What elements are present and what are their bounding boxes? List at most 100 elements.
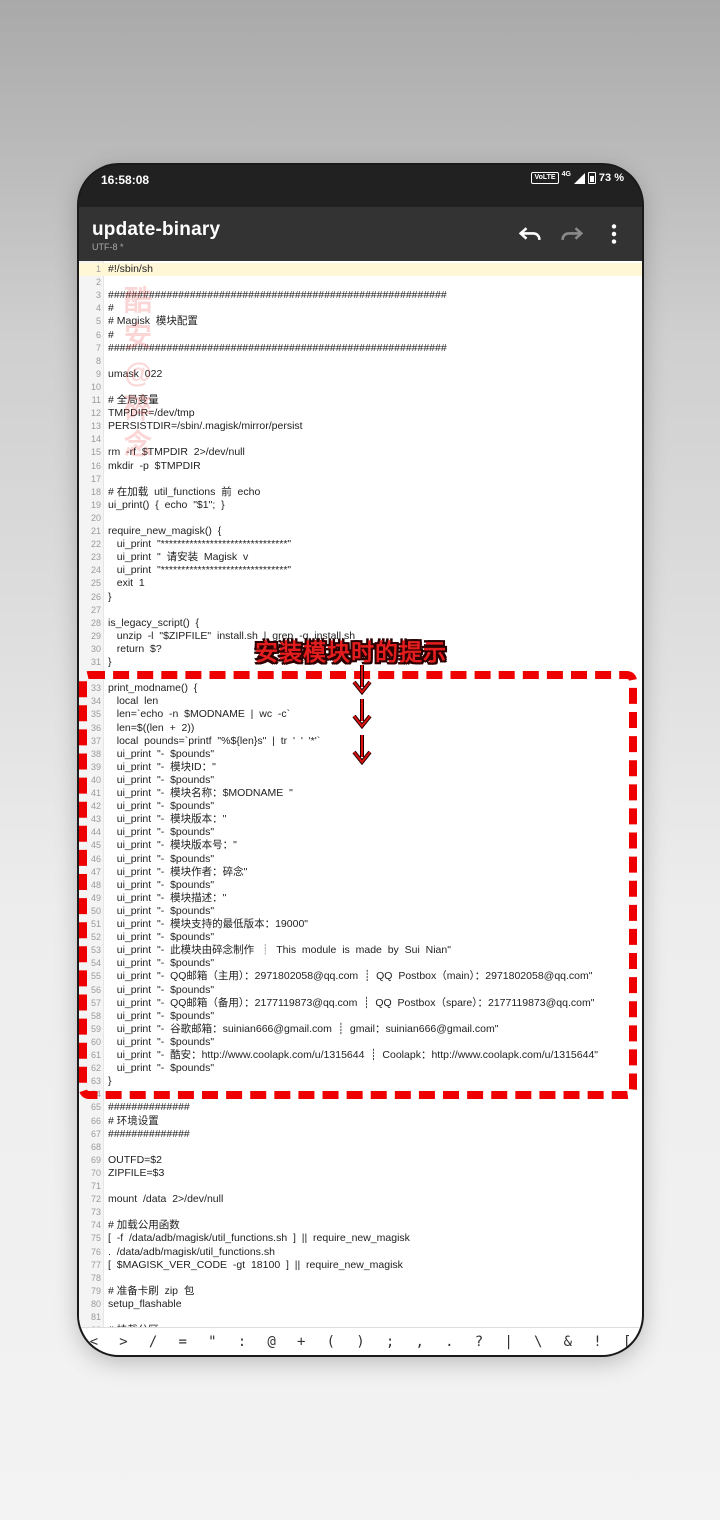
code-line[interactable]: 5 # Magisk 模块配置: [79, 315, 642, 328]
code-line[interactable]: 6 #: [79, 329, 642, 342]
code-line[interactable]: 19 ui_print() { echo "$1"; }: [79, 499, 642, 512]
code-line[interactable]: 3 #######################################…: [79, 289, 642, 302]
redo-icon[interactable]: [558, 220, 586, 248]
symbol-key[interactable]: |: [494, 1334, 524, 1350]
line-number: 4: [95, 303, 101, 314]
line-text: mount /data 2>/dev/null: [108, 1193, 224, 1206]
code-line[interactable]: 65 ##############: [79, 1101, 642, 1114]
code-line[interactable]: 75 [ -f /data/adb/magisk/util_functions.s…: [79, 1232, 642, 1245]
line-text: [ -f /data/adb/magisk/util_functions.sh …: [108, 1232, 410, 1245]
line-number: 28: [90, 617, 101, 628]
symbol-key[interactable]: <: [79, 1334, 109, 1350]
line-number: 15: [90, 447, 101, 458]
line-number: 24: [90, 565, 101, 576]
symbol-key[interactable]: !: [583, 1334, 613, 1350]
code-line[interactable]: 68: [79, 1141, 642, 1154]
symbol-key[interactable]: :: [227, 1334, 257, 1350]
code-line[interactable]: 72 mount /data 2>/dev/null: [79, 1193, 642, 1206]
battery-icon: [587, 172, 596, 184]
code-line[interactable]: 8: [79, 355, 642, 368]
code-line[interactable]: 79 # 准备卡刷 zip 包: [79, 1285, 642, 1298]
line-text: ui_print "******************************…: [108, 564, 292, 577]
code-line[interactable]: 67 ##############: [79, 1128, 642, 1141]
code-line[interactable]: 17: [79, 473, 642, 486]
symbol-key[interactable]: \: [523, 1334, 553, 1350]
code-line[interactable]: 21 require_new_magisk() {: [79, 525, 642, 538]
symbol-key[interactable]: &: [553, 1334, 583, 1350]
code-line[interactable]: 28 is_legacy_script() {: [79, 617, 642, 630]
code-line[interactable]: 76 . /data/adb/magisk/util_functions.sh: [79, 1246, 642, 1259]
code-line[interactable]: 77 [ $MAGISK_VER_CODE -gt 18100 ] || requ…: [79, 1259, 642, 1272]
line-text: # 环境设置: [108, 1114, 159, 1127]
symbol-key[interactable]: >: [109, 1334, 139, 1350]
symbol-key[interactable]: ,: [405, 1334, 435, 1350]
code-line[interactable]: 78: [79, 1272, 642, 1285]
line-number: 74: [90, 1220, 101, 1231]
symbol-key[interactable]: =: [168, 1334, 198, 1350]
arrow-down-icon: [352, 699, 372, 729]
line-number: 8: [95, 355, 101, 366]
line-number: 72: [90, 1194, 101, 1205]
code-line[interactable]: 73: [79, 1206, 642, 1219]
code-line[interactable]: 16 mkdir -p $TMPDIR: [79, 460, 642, 473]
symbol-key[interactable]: /: [138, 1334, 168, 1350]
line-number: 25: [90, 578, 101, 589]
code-line[interactable]: 14: [79, 433, 642, 446]
code-line[interactable]: 66 # 环境设置: [79, 1115, 642, 1128]
symbol-key[interactable]: +: [286, 1334, 316, 1350]
line-number: 22: [90, 539, 101, 550]
symbol-key[interactable]: @: [257, 1334, 287, 1350]
code-line[interactable]: 11 # 全局变量: [79, 394, 642, 407]
code-line[interactable]: 20: [79, 512, 642, 525]
code-line[interactable]: 74 # 加载公用函数: [79, 1219, 642, 1232]
undo-icon[interactable]: [516, 220, 544, 248]
line-text: ########################################…: [108, 341, 447, 354]
code-line[interactable]: 4 #: [79, 302, 642, 315]
code-line[interactable]: 24 ui_print "***************************…: [79, 564, 642, 577]
file-title: update-binary: [92, 219, 221, 240]
code-line[interactable]: 69 OUTFD=$2: [79, 1154, 642, 1167]
code-editor[interactable]: 1 #!/sbin/sh 2 3 ###########################…: [79, 261, 642, 1327]
line-number: 71: [90, 1181, 101, 1191]
code-line[interactable]: 27: [79, 604, 642, 617]
line-text: ########################################…: [108, 289, 447, 302]
code-line[interactable]: 71: [79, 1180, 642, 1193]
symbol-key[interactable]: (: [316, 1334, 346, 1350]
code-line[interactable]: 2: [79, 276, 642, 289]
code-line[interactable]: 23 ui_print " 请安装 Magisk v: [79, 551, 642, 564]
code-line[interactable]: 18 # 在加载 util_functions 前 echo: [79, 486, 642, 499]
code-line[interactable]: 81: [79, 1311, 642, 1324]
battery-level: 73 %: [598, 172, 624, 184]
line-text: # 准备卡刷 zip 包: [108, 1284, 195, 1297]
code-line[interactable]: 22 ui_print "***************************…: [79, 538, 642, 551]
line-number: 23: [90, 552, 101, 563]
line-text: setup_flashable: [108, 1297, 182, 1310]
line-text: }: [108, 590, 112, 603]
code-line[interactable]: 10: [79, 381, 642, 394]
line-text: }: [108, 656, 112, 668]
symbol-key[interactable]: ?: [464, 1334, 494, 1350]
code-line[interactable]: 15 rm -rf $TMPDIR 2>/dev/null: [79, 446, 642, 459]
code-line[interactable]: 9 umask 022: [79, 368, 642, 381]
symbol-key[interactable]: ": [198, 1334, 228, 1350]
code-line[interactable]: 80 setup_flashable: [79, 1298, 642, 1311]
more-icon[interactable]: [600, 220, 628, 248]
code-line[interactable]: 26}: [79, 591, 642, 604]
watermark-char: 酷: [123, 285, 152, 316]
symbol-key[interactable]: [: [612, 1334, 642, 1350]
line-number: 80: [90, 1298, 101, 1309]
symbol-key[interactable]: .: [435, 1334, 465, 1350]
code-line[interactable]: 7 #######################################…: [79, 342, 642, 355]
symbol-key[interactable]: ;: [375, 1334, 405, 1350]
watermark: 酷安 @ 碎念: [123, 283, 153, 463]
line-text: . /data/adb/magisk/util_functions.sh: [108, 1245, 275, 1258]
line-text: ##############: [108, 1127, 190, 1140]
code-line[interactable]: 70 ZIPFILE=$3: [79, 1167, 642, 1180]
line-text: ZIPFILE=$3: [108, 1166, 165, 1179]
code-line[interactable]: 25 exit 1: [79, 577, 642, 590]
symbol-key[interactable]: ): [346, 1334, 376, 1350]
app-toolbar: update-binary UTF-8 *: [79, 207, 642, 261]
code-line[interactable]: 1 #!/sbin/sh: [79, 263, 642, 276]
code-line[interactable]: 13 PERSISTDIR=/sbin/.magisk/mirror/persis…: [79, 420, 642, 433]
code-line[interactable]: 12 TMPDIR=/dev/tmp: [79, 407, 642, 420]
